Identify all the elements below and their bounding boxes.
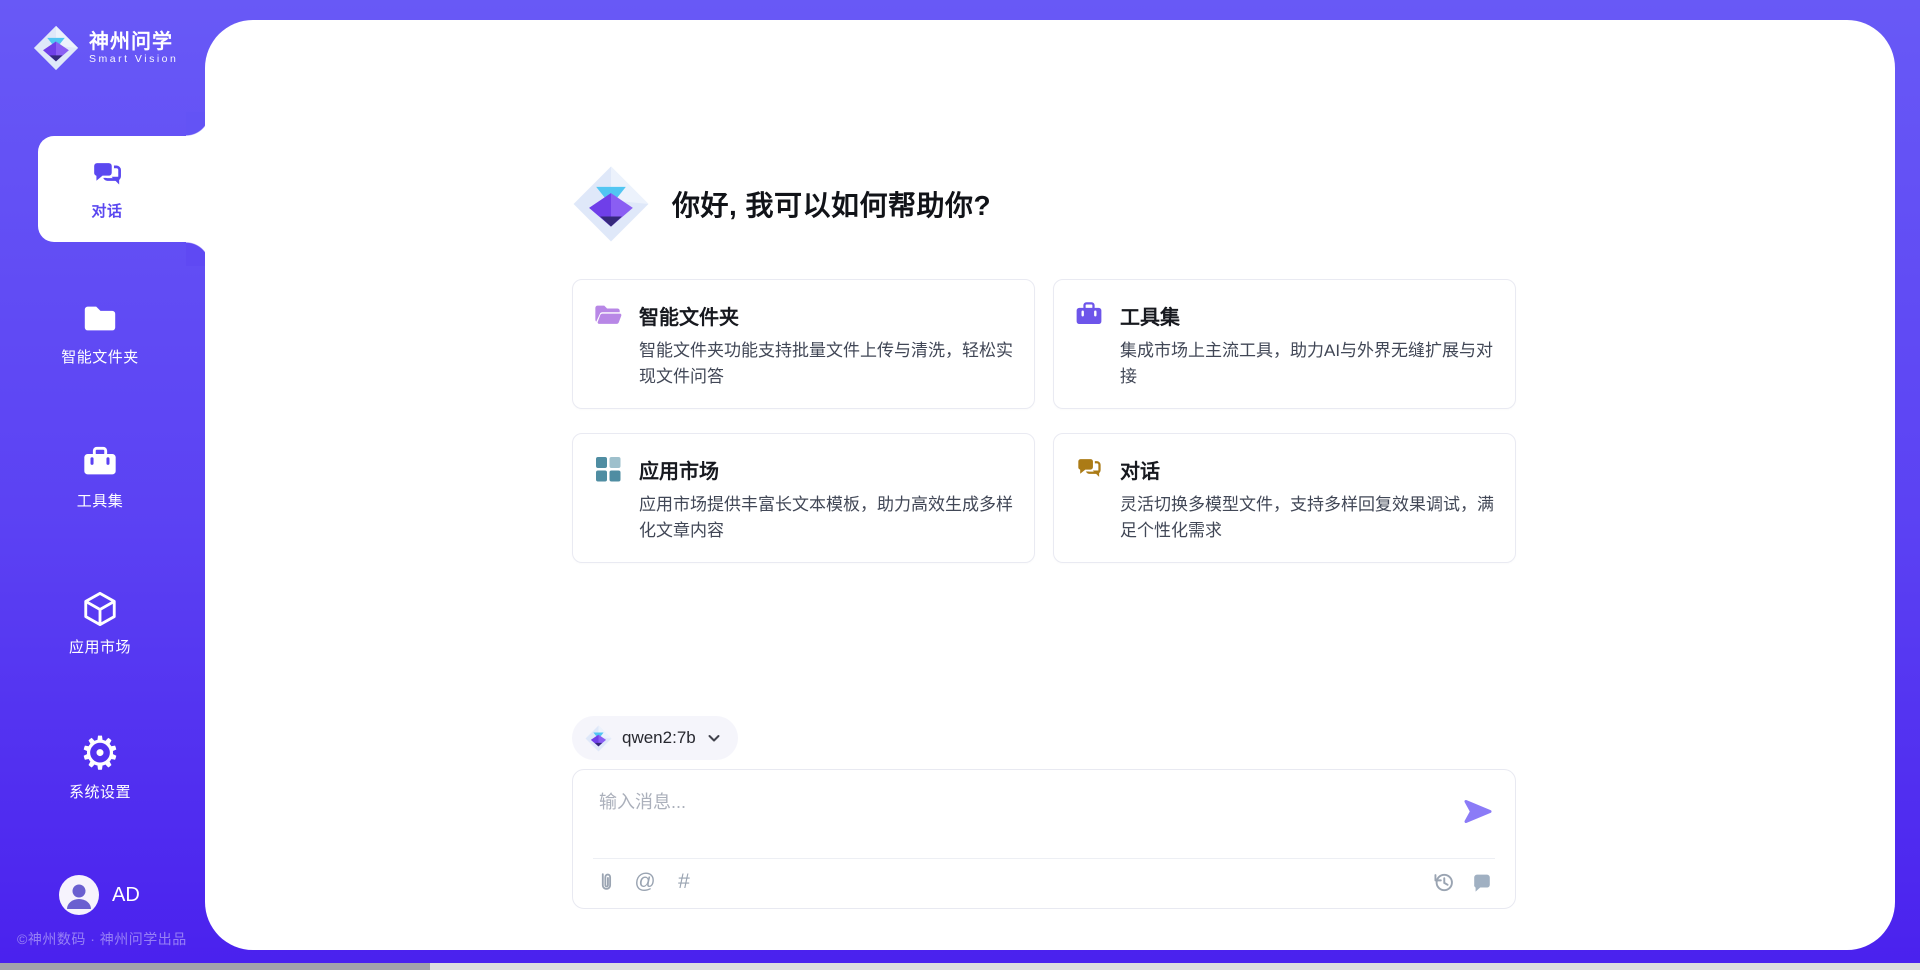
sidebar-item-chat[interactable]: 对话 <box>38 136 210 242</box>
history-icon[interactable] <box>1430 869 1456 895</box>
message-input[interactable] <box>597 786 1431 848</box>
card-description: 应用市场提供丰富长文本模板，助力高效生成多样化文章内容 <box>639 492 1022 544</box>
sidebar: 神州问学 Smart Vision 对话 智能文件夹 工具集 应用市场 <box>0 0 205 970</box>
card-app-market[interactable]: 应用市场 应用市场提供丰富长文本模板，助力高效生成多样化文章内容 <box>572 433 1035 563</box>
app-window: 神州问学 Smart Vision 对话 智能文件夹 工具集 应用市场 <box>0 0 1920 970</box>
composer-divider <box>593 858 1495 859</box>
composer-tools-left: @ # <box>593 869 697 895</box>
paperclip-icon[interactable] <box>593 869 619 895</box>
chat-bubbles-icon <box>1074 454 1104 484</box>
brand-logo-icon <box>33 25 79 71</box>
sidebar-item-settings[interactable]: ⚙ 系统设置 <box>0 733 200 802</box>
composer-tools-right <box>1430 869 1495 895</box>
sidebar-item-label: 系统设置 <box>69 781 131 802</box>
card-description: 集成市场上主流工具，助力AI与外界无缝扩展与对接 <box>1120 338 1503 390</box>
mention-icon[interactable]: @ <box>632 869 658 895</box>
model-name: qwen2:7b <box>622 728 696 748</box>
horizontal-scrollbar <box>0 963 1920 970</box>
open-folder-icon <box>593 300 623 330</box>
scrollbar-thumb[interactable] <box>0 963 430 970</box>
gear-icon: ⚙ <box>79 733 120 773</box>
toolbox-icon <box>81 444 119 482</box>
model-selector[interactable]: qwen2:7b <box>572 716 738 760</box>
send-icon[interactable] <box>1463 798 1493 825</box>
sidebar-item-label: 应用市场 <box>69 636 131 657</box>
assistant-logo-icon <box>572 165 650 243</box>
card-toolset[interactable]: 工具集 集成市场上主流工具，助力AI与外界无缝扩展与对接 <box>1053 279 1516 409</box>
user-name: AD <box>112 884 140 907</box>
card-chat[interactable]: 对话 灵活切换多模型文件，支持多样回复效果调试，满足个性化需求 <box>1053 433 1516 563</box>
user-account[interactable]: AD <box>59 875 140 915</box>
market-grid-icon <box>593 454 623 484</box>
brand: 神州问学 Smart Vision <box>33 25 178 71</box>
card-title: 智能文件夹 <box>639 301 739 330</box>
brand-subtitle: Smart Vision <box>89 53 178 65</box>
greeting-text: 你好, 我可以如何帮助你? <box>672 184 991 224</box>
card-description: 灵活切换多模型文件，支持多样回复效果调试，满足个性化需求 <box>1120 492 1503 544</box>
card-smart-folder[interactable]: 智能文件夹 智能文件夹功能支持批量文件上传与清洗，轻松实现文件问答 <box>572 279 1035 409</box>
chevron-down-icon <box>706 730 722 746</box>
sidebar-item-smart-folder[interactable]: 智能文件夹 <box>0 300 200 367</box>
card-title: 应用市场 <box>639 455 719 484</box>
copyright-text: ©神州数码 · 神州问学出品 <box>17 929 187 949</box>
message-composer: @ # <box>572 769 1516 909</box>
model-logo-icon <box>585 725 612 752</box>
user-avatar-icon <box>59 875 99 915</box>
chat-bubbles-icon <box>89 157 125 193</box>
sidebar-item-label: 智能文件夹 <box>61 346 139 367</box>
feature-cards: 智能文件夹 智能文件夹功能支持批量文件上传与清洗，轻松实现文件问答 工具集 集成… <box>572 279 1516 563</box>
sidebar-item-toolset[interactable]: 工具集 <box>0 444 200 511</box>
cube-icon <box>81 590 119 628</box>
greeting: 你好, 我可以如何帮助你? <box>572 165 991 243</box>
hash-icon[interactable]: # <box>671 869 697 895</box>
comment-icon[interactable] <box>1469 869 1495 895</box>
card-title: 工具集 <box>1120 301 1180 330</box>
sidebar-item-label: 工具集 <box>77 490 124 511</box>
card-description: 智能文件夹功能支持批量文件上传与清洗，轻松实现文件问答 <box>639 338 1022 390</box>
card-title: 对话 <box>1120 455 1160 484</box>
folder-icon <box>81 300 119 338</box>
brand-name: 神州问学 <box>89 31 178 53</box>
main-panel: 你好, 我可以如何帮助你? 智能文件夹 智能文件夹功能支持批量文件上传与清洗，轻… <box>205 20 1895 950</box>
sidebar-item-app-market[interactable]: 应用市场 <box>0 590 200 657</box>
briefcase-icon <box>1074 300 1104 330</box>
sidebar-item-label: 对话 <box>91 200 122 221</box>
